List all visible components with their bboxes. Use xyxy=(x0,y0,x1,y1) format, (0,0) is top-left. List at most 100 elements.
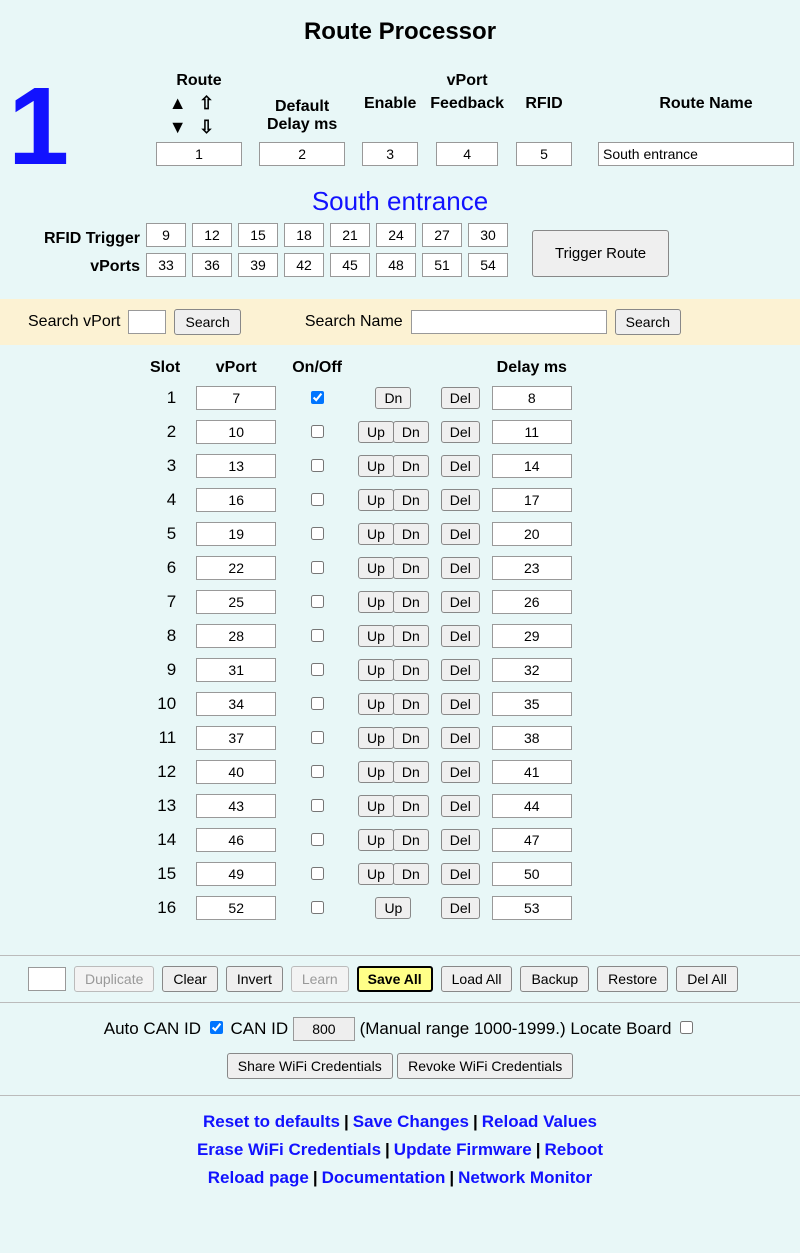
slot-dn-button[interactable]: Dn xyxy=(393,693,429,715)
footer-link[interactable]: Erase WiFi Credentials xyxy=(197,1140,381,1159)
slot-vport-input[interactable] xyxy=(196,692,276,716)
slot-up-button[interactable]: Up xyxy=(358,523,394,545)
route-number-input[interactable] xyxy=(156,142,242,166)
slot-vport-input[interactable] xyxy=(196,624,276,648)
footer-link[interactable]: Documentation xyxy=(322,1168,446,1187)
slot-del-button[interactable]: Del xyxy=(441,523,480,545)
slot-up-button[interactable]: Up xyxy=(358,863,394,885)
load-all-button[interactable]: Load All xyxy=(441,966,513,992)
route-name-input[interactable] xyxy=(598,142,794,166)
can-id-input[interactable] xyxy=(293,1017,355,1041)
slot-up-button[interactable]: Up xyxy=(358,489,394,511)
slot-del-button[interactable]: Del xyxy=(441,489,480,511)
search-vport-button[interactable]: Search xyxy=(174,309,240,335)
footer-link[interactable]: Reload page xyxy=(208,1168,309,1187)
slot-dn-button[interactable]: Dn xyxy=(393,795,429,817)
slot-delay-input[interactable] xyxy=(492,862,572,886)
slot-delay-input[interactable] xyxy=(492,590,572,614)
slot-onoff-checkbox[interactable] xyxy=(311,799,324,812)
trigger-route-button[interactable]: Trigger Route xyxy=(532,230,669,277)
slot-up-button[interactable]: Up xyxy=(358,761,394,783)
slot-vport-input[interactable] xyxy=(196,658,276,682)
rfid-vport-input[interactable] xyxy=(516,142,572,166)
slot-vport-input[interactable] xyxy=(196,828,276,852)
slot-onoff-checkbox[interactable] xyxy=(311,833,324,846)
route-down-outline-icon[interactable]: ⇩ xyxy=(195,118,218,136)
slot-delay-input[interactable] xyxy=(492,794,572,818)
slot-up-button[interactable]: Up xyxy=(358,625,394,647)
slot-delay-input[interactable] xyxy=(492,692,572,716)
slot-up-button[interactable]: Up xyxy=(358,557,394,579)
slot-del-button[interactable]: Del xyxy=(441,693,480,715)
rfid-trigger-input-2[interactable] xyxy=(238,223,278,247)
slot-del-button[interactable]: Del xyxy=(441,727,480,749)
slot-onoff-checkbox[interactable] xyxy=(311,493,324,506)
invert-button[interactable]: Invert xyxy=(226,966,283,992)
slot-dn-button[interactable]: Dn xyxy=(393,557,429,579)
slot-del-button[interactable]: Del xyxy=(441,455,480,477)
slot-onoff-checkbox[interactable] xyxy=(311,901,324,914)
slot-onoff-checkbox[interactable] xyxy=(311,595,324,608)
slot-del-button[interactable]: Del xyxy=(441,863,480,885)
slot-up-button[interactable]: Up xyxy=(358,795,394,817)
slot-del-button[interactable]: Del xyxy=(441,761,480,783)
slot-delay-input[interactable] xyxy=(492,556,572,580)
rfid-trigger-input-4[interactable] xyxy=(330,223,370,247)
slot-delay-input[interactable] xyxy=(492,488,572,512)
slot-onoff-checkbox[interactable] xyxy=(311,391,324,404)
trigger-vport-input-4[interactable] xyxy=(330,253,370,277)
search-name-button[interactable]: Search xyxy=(615,309,681,335)
route-down-filled-icon[interactable]: ▼ xyxy=(165,118,191,136)
trigger-vport-input-7[interactable] xyxy=(468,253,508,277)
slot-del-button[interactable]: Del xyxy=(441,829,480,851)
footer-link[interactable]: Update Firmware xyxy=(394,1140,532,1159)
slot-up-button[interactable]: Up xyxy=(358,591,394,613)
trigger-vport-input-2[interactable] xyxy=(238,253,278,277)
footer-link[interactable]: Reset to defaults xyxy=(203,1112,340,1131)
slot-up-button[interactable]: Up xyxy=(358,693,394,715)
slot-up-button[interactable]: Up xyxy=(358,829,394,851)
share-wifi-button[interactable]: Share WiFi Credentials xyxy=(227,1053,393,1079)
slot-del-button[interactable]: Del xyxy=(441,557,480,579)
slot-delay-input[interactable] xyxy=(492,896,572,920)
default-delay-input[interactable] xyxy=(259,142,345,166)
slot-onoff-checkbox[interactable] xyxy=(311,731,324,744)
slot-up-button[interactable]: Up xyxy=(358,727,394,749)
slot-vport-input[interactable] xyxy=(196,454,276,478)
route-up-outline-icon[interactable]: ⇧ xyxy=(195,94,218,112)
rfid-trigger-input-7[interactable] xyxy=(468,223,508,247)
slot-onoff-checkbox[interactable] xyxy=(311,425,324,438)
rfid-trigger-input-0[interactable] xyxy=(146,223,186,247)
slot-delay-input[interactable] xyxy=(492,624,572,648)
slot-delay-input[interactable] xyxy=(492,386,572,410)
slot-del-button[interactable]: Del xyxy=(441,659,480,681)
slot-onoff-checkbox[interactable] xyxy=(311,867,324,880)
slot-onoff-checkbox[interactable] xyxy=(311,527,324,540)
route-up-filled-icon[interactable]: ▲ xyxy=(165,94,191,112)
slot-up-button[interactable]: Up xyxy=(358,455,394,477)
slot-dn-button[interactable]: Dn xyxy=(393,659,429,681)
slot-vport-input[interactable] xyxy=(196,794,276,818)
slot-delay-input[interactable] xyxy=(492,454,572,478)
slot-dn-button[interactable]: Dn xyxy=(393,761,429,783)
trigger-vport-input-1[interactable] xyxy=(192,253,232,277)
slot-up-button[interactable]: Up xyxy=(358,659,394,681)
slot-del-button[interactable]: Del xyxy=(441,897,480,919)
auto-can-id-checkbox[interactable] xyxy=(210,1021,223,1034)
slot-del-button[interactable]: Del xyxy=(441,795,480,817)
slot-dn-button[interactable]: Dn xyxy=(393,591,429,613)
slot-vport-input[interactable] xyxy=(196,386,276,410)
locate-board-checkbox[interactable] xyxy=(680,1021,693,1034)
slot-dn-button[interactable]: Dn xyxy=(393,489,429,511)
slot-delay-input[interactable] xyxy=(492,726,572,750)
footer-link[interactable]: Reboot xyxy=(545,1140,604,1159)
slot-vport-input[interactable] xyxy=(196,488,276,512)
slot-onoff-checkbox[interactable] xyxy=(311,765,324,778)
backup-button[interactable]: Backup xyxy=(520,966,589,992)
footer-link[interactable]: Network Monitor xyxy=(458,1168,592,1187)
slot-dn-button[interactable]: Dn xyxy=(393,523,429,545)
slot-vport-input[interactable] xyxy=(196,862,276,886)
footer-link[interactable]: Reload Values xyxy=(482,1112,597,1131)
slot-del-button[interactable]: Del xyxy=(441,591,480,613)
slot-delay-input[interactable] xyxy=(492,522,572,546)
